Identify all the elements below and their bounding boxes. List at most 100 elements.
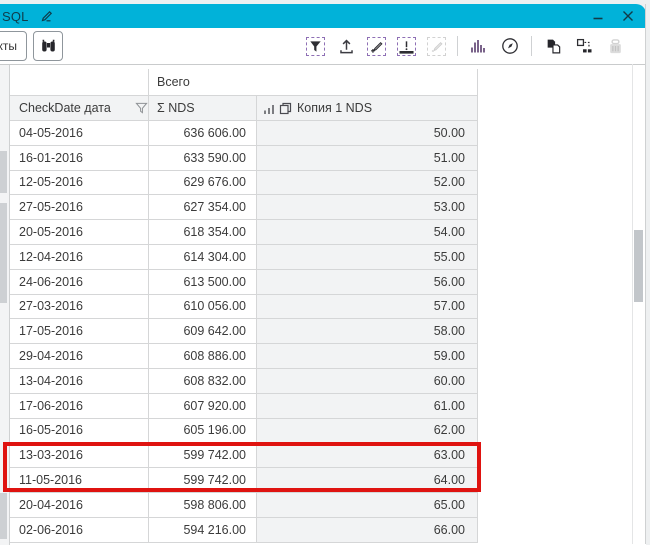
cell-checkdate[interactable]: 17-06-2016 <box>10 394 149 419</box>
cell-nds[interactable]: 613 500.00 <box>149 270 257 295</box>
table-row: 12-04-2016 614 304.00 55.00 <box>10 245 478 270</box>
table-row: 13-04-2016 608 832.00 60.00 <box>10 369 478 394</box>
group-header-row: Всего <box>10 69 478 96</box>
cell-nds[interactable]: 607 920.00 <box>149 394 257 419</box>
cell-nds[interactable]: 594 216.00 <box>149 518 257 543</box>
cell-checkdate[interactable]: 16-05-2016 <box>10 419 149 444</box>
table-row: 29-04-2016 608 886.00 59.00 <box>10 344 478 369</box>
cell-kopiya-nds[interactable]: 63.00 <box>257 443 478 468</box>
cell-checkdate[interactable]: 13-04-2016 <box>10 369 149 394</box>
gutter-mark <box>0 203 7 303</box>
cell-nds[interactable]: 629 676.00 <box>149 171 257 196</box>
clipped-left-button[interactable]: кты <box>0 31 27 61</box>
cell-nds[interactable]: 608 832.00 <box>149 369 257 394</box>
cell-checkdate[interactable]: 27-03-2016 <box>10 295 149 320</box>
column-header-nds[interactable]: Σ NDS <box>149 96 257 121</box>
table-row: 20-05-2016 618 354.00 54.00 <box>10 220 478 245</box>
copy-report-icon[interactable] <box>543 36 563 56</box>
cell-kopiya-nds[interactable]: 57.00 <box>257 295 478 320</box>
cell-kopiya-nds[interactable]: 51.00 <box>257 146 478 171</box>
vertical-scrollbar-thumb[interactable] <box>634 230 643 302</box>
cell-checkdate[interactable]: 13-03-2016 <box>10 443 149 468</box>
gutter-mark <box>0 151 7 193</box>
tree-structure-icon[interactable] <box>574 36 594 56</box>
cell-kopiya-nds[interactable]: 52.00 <box>257 171 478 196</box>
cell-nds[interactable]: 599 742.00 <box>149 468 257 493</box>
cell-kopiya-nds[interactable]: 55.00 <box>257 245 478 270</box>
clipped-button-label: кты <box>0 39 17 53</box>
table-row: 20-04-2016 598 806.00 65.00 <box>10 493 478 518</box>
filter-icon[interactable] <box>306 37 325 56</box>
gutter-mark <box>0 493 7 539</box>
cell-checkdate[interactable]: 16-01-2016 <box>10 146 149 171</box>
edit-add-icon[interactable] <box>367 37 386 56</box>
table-row: 17-06-2016 607 920.00 61.00 <box>10 394 478 419</box>
column-header-kopiya-nds[interactable]: Копия 1 NDS <box>257 96 478 121</box>
cell-kopiya-nds[interactable]: 62.00 <box>257 419 478 444</box>
histogram-icon[interactable] <box>469 36 489 56</box>
group-header-label: Всего <box>157 75 190 89</box>
cell-checkdate[interactable]: 20-05-2016 <box>10 220 149 245</box>
table-row: 13-03-2016 599 742.00 63.00 <box>10 443 478 468</box>
alert-icon[interactable] <box>397 37 416 56</box>
filter-funnel-outline-icon[interactable] <box>135 102 148 114</box>
column-label: CheckDate дата <box>19 101 111 115</box>
minimize-button[interactable] <box>590 8 606 24</box>
cell-nds[interactable]: 636 606.00 <box>149 121 257 146</box>
cell-nds[interactable]: 618 354.00 <box>149 220 257 245</box>
cell-nds[interactable]: 627 354.00 <box>149 195 257 220</box>
table-row: 02-06-2016 594 216.00 66.00 <box>10 518 478 543</box>
archive-disabled-icon <box>605 36 625 56</box>
table-row: 24-06-2016 613 500.00 56.00 <box>10 270 478 295</box>
table-row: 16-01-2016 633 590.00 51.00 <box>10 146 478 171</box>
table-row: 16-05-2016 605 196.00 62.00 <box>10 419 478 444</box>
group-header-cell[interactable]: Всего <box>149 69 478 96</box>
cell-nds[interactable]: 608 886.00 <box>149 344 257 369</box>
cell-kopiya-nds[interactable]: 61.00 <box>257 394 478 419</box>
close-button[interactable] <box>620 8 636 24</box>
table-row: 11-05-2016 599 742.00 64.00 <box>10 468 478 493</box>
cell-checkdate[interactable]: 04-05-2016 <box>10 121 149 146</box>
toolbar-right-icons <box>306 36 625 56</box>
cell-kopiya-nds[interactable]: 66.00 <box>257 518 478 543</box>
cell-checkdate[interactable]: 17-05-2016 <box>10 319 149 344</box>
cell-kopiya-nds[interactable]: 59.00 <box>257 344 478 369</box>
table-row: 12-05-2016 629 676.00 52.00 <box>10 171 478 196</box>
cell-checkdate[interactable]: 20-04-2016 <box>10 493 149 518</box>
cell-nds[interactable]: 599 742.00 <box>149 443 257 468</box>
table-row: 04-05-2016 636 606.00 50.00 <box>10 121 478 146</box>
window-title: SQL <box>2 9 29 24</box>
cell-kopiya-nds[interactable]: 54.00 <box>257 220 478 245</box>
cell-checkdate[interactable]: 12-05-2016 <box>10 171 149 196</box>
cell-checkdate[interactable]: 27-05-2016 <box>10 195 149 220</box>
vertical-scrollbar-track[interactable] <box>632 64 633 544</box>
edit-title-icon[interactable] <box>39 9 54 23</box>
cell-nds[interactable]: 610 056.00 <box>149 295 257 320</box>
cell-nds[interactable]: 598 806.00 <box>149 493 257 518</box>
cell-nds[interactable]: 609 642.00 <box>149 319 257 344</box>
cell-checkdate[interactable]: 02-06-2016 <box>10 518 149 543</box>
column-header-checkdate[interactable]: CheckDate дата <box>10 96 149 121</box>
cell-nds[interactable]: 605 196.00 <box>149 419 257 444</box>
cell-kopiya-nds[interactable]: 53.00 <box>257 195 478 220</box>
cell-checkdate[interactable]: 24-06-2016 <box>10 270 149 295</box>
cell-nds[interactable]: 633 590.00 <box>149 146 257 171</box>
cell-checkdate[interactable]: 29-04-2016 <box>10 344 149 369</box>
gauge-icon[interactable] <box>500 36 520 56</box>
mini-bar-chart-icon <box>263 102 275 115</box>
cell-checkdate[interactable]: 12-04-2016 <box>10 245 149 270</box>
toolbar-separator <box>457 36 458 56</box>
binoculars-search-icon <box>40 38 57 54</box>
cell-kopiya-nds[interactable]: 50.00 <box>257 121 478 146</box>
upload-icon[interactable] <box>336 36 356 56</box>
cell-kopiya-nds[interactable]: 56.00 <box>257 270 478 295</box>
grid-corner-cell[interactable] <box>10 69 149 96</box>
search-button[interactable] <box>33 31 63 61</box>
grid-rows: 04-05-2016 636 606.00 50.00 16-01-2016 6… <box>10 121 478 543</box>
cell-kopiya-nds[interactable]: 58.00 <box>257 319 478 344</box>
cell-kopiya-nds[interactable]: 60.00 <box>257 369 478 394</box>
cell-kopiya-nds[interactable]: 64.00 <box>257 468 478 493</box>
cell-nds[interactable]: 614 304.00 <box>149 245 257 270</box>
cell-kopiya-nds[interactable]: 65.00 <box>257 493 478 518</box>
cell-checkdate[interactable]: 11-05-2016 <box>10 468 149 493</box>
